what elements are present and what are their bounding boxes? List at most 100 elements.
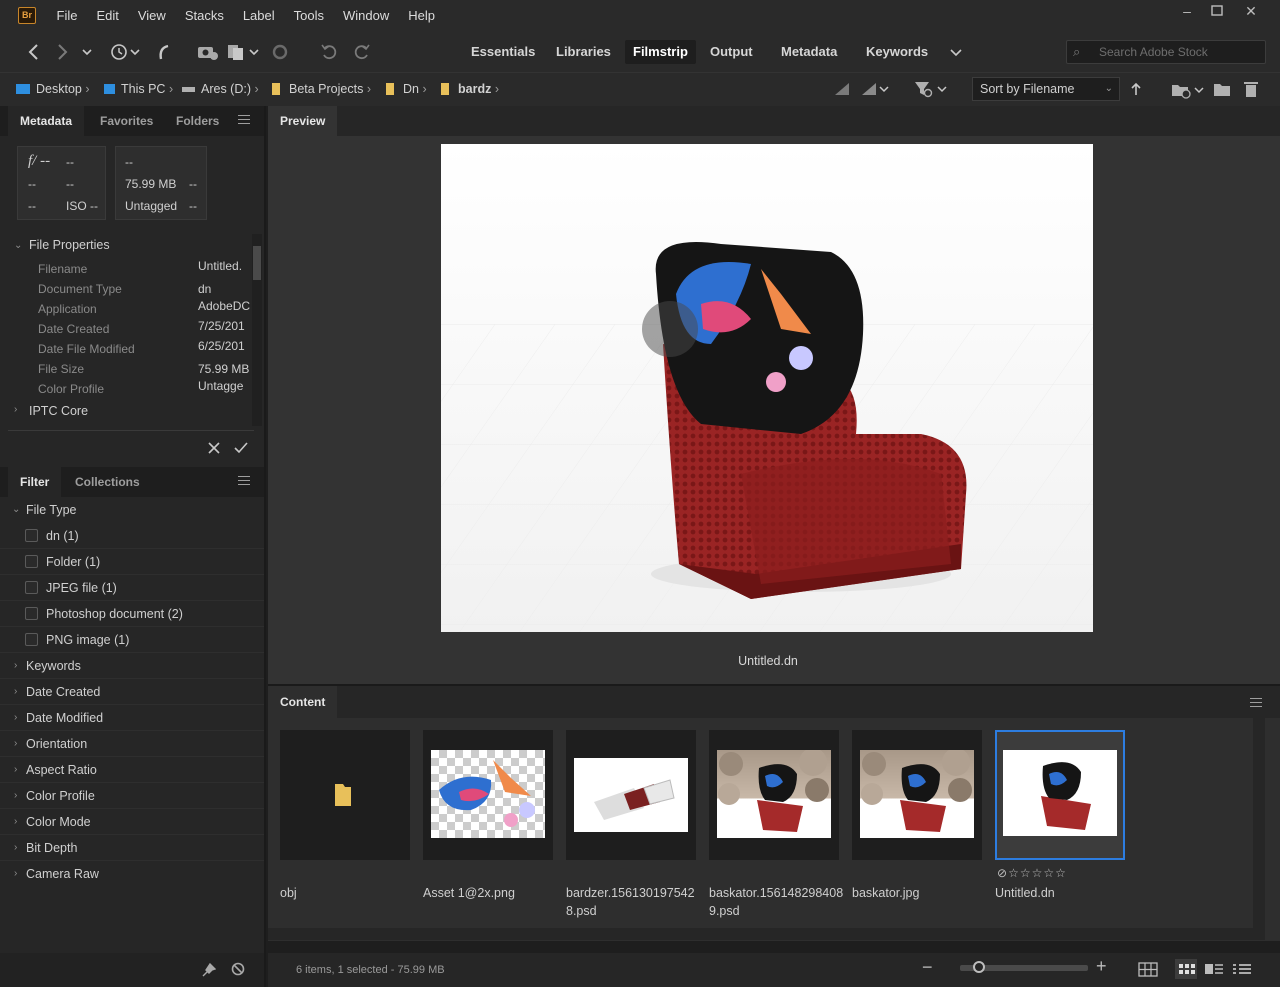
camera-import-icon[interactable]: [197, 42, 219, 62]
crumb-bardz[interactable]: bardz ›: [441, 73, 499, 105]
thumbnail-untitled-selected[interactable]: [995, 730, 1125, 860]
menu-window[interactable]: Window: [334, 0, 399, 32]
star-rating[interactable]: ⊘☆☆☆☆☆: [997, 866, 1067, 880]
close-icon[interactable]: ✕: [1234, 0, 1268, 22]
refine-icon[interactable]: [226, 42, 262, 62]
view-thumbnails-icon[interactable]: [1175, 959, 1197, 979]
thumbnail-label[interactable]: Untitled.dn: [995, 884, 1131, 902]
thumbnail-label[interactable]: obj: [280, 884, 416, 902]
thumbnail-bardzer[interactable]: [566, 730, 696, 860]
cancel-x-icon[interactable]: [207, 441, 221, 455]
filter-category-date-created[interactable]: › Date Created: [0, 679, 264, 705]
menu-file[interactable]: File: [47, 0, 87, 32]
thumbnail-folder[interactable]: [280, 730, 410, 860]
thumbnail-label[interactable]: bardzer.1561301975428.psd: [566, 884, 702, 920]
quality-thumbnail-icon[interactable]: [833, 81, 851, 97]
tab-preview[interactable]: Preview: [268, 106, 338, 136]
menu-edit[interactable]: Edit: [87, 0, 128, 32]
filter-item-photoshop[interactable]: Photoshop document (2): [0, 601, 264, 627]
boomerang-icon[interactable]: [156, 42, 172, 62]
tab-metadata[interactable]: Metadata: [8, 106, 85, 136]
checkbox[interactable]: [25, 581, 38, 594]
bridge-app-icon[interactable]: Br: [18, 7, 36, 24]
checkbox[interactable]: [25, 607, 38, 620]
new-folder-icon[interactable]: [1213, 81, 1231, 97]
creative-cloud-icon[interactable]: [271, 42, 289, 62]
adobe-stock-search[interactable]: ⌕ Search Adobe Stock: [1066, 40, 1266, 64]
filter-item-folder[interactable]: Folder (1): [0, 549, 264, 575]
generate-previews-icon[interactable]: [860, 81, 890, 97]
workspace-metadata[interactable]: Metadata: [773, 40, 845, 64]
maximize-icon[interactable]: [1200, 0, 1234, 22]
panel-menu-icon[interactable]: [238, 115, 250, 127]
thumbnail-label[interactable]: baskator.jpg: [852, 884, 988, 902]
zoom-out-icon[interactable]: −: [922, 957, 933, 978]
crumb-desktop[interactable]: Desktop ›: [16, 73, 90, 105]
rotate-left-icon[interactable]: [320, 42, 340, 62]
thumbnail-label[interactable]: Asset 1@2x.png: [423, 884, 559, 902]
workspace-filmstrip[interactable]: Filmstrip: [625, 40, 696, 64]
filter-category-camera-raw[interactable]: › Camera Raw: [0, 861, 264, 887]
zoom-slider-knob[interactable]: [973, 961, 986, 973]
filter-category-color-mode[interactable]: › Color Mode: [0, 809, 264, 835]
tab-favorites[interactable]: Favorites: [88, 106, 165, 136]
workspace-keywords[interactable]: Keywords: [858, 40, 936, 64]
menu-label[interactable]: Label: [233, 0, 284, 32]
filter-item-jpeg[interactable]: JPEG file (1): [0, 575, 264, 601]
tab-folders[interactable]: Folders: [164, 106, 231, 136]
checkbox[interactable]: [25, 555, 38, 568]
minimize-icon[interactable]: –: [1170, 0, 1204, 22]
menu-tools[interactable]: Tools: [284, 0, 333, 32]
menu-view[interactable]: View: [128, 0, 175, 32]
rotate-right-icon[interactable]: [351, 42, 371, 62]
chevron-down-icon[interactable]: [81, 42, 93, 62]
rating-stars-icon[interactable]: ☆☆☆☆☆: [1008, 866, 1067, 880]
filter-category-date-modified[interactable]: › Date Modified: [0, 705, 264, 731]
lock-grid-icon[interactable]: [1138, 962, 1158, 978]
filter-category-color-profile[interactable]: › Color Profile: [0, 783, 264, 809]
chevron-down-icon[interactable]: ⌄: [12, 504, 20, 515]
workspace-essentials[interactable]: Essentials: [463, 40, 543, 64]
filter-category-bit-depth[interactable]: › Bit Depth: [0, 835, 264, 861]
thumbnail-baskator-jpg[interactable]: [852, 730, 982, 860]
filter-category-orientation[interactable]: › Orientation: [0, 731, 264, 757]
filter-category-keywords[interactable]: › Keywords: [0, 653, 264, 679]
chevron-down-icon[interactable]: ⌄: [14, 240, 22, 251]
filter-items-icon[interactable]: [914, 80, 948, 98]
tab-filter[interactable]: Filter: [8, 467, 62, 497]
filter-item-dn[interactable]: dn (1): [0, 523, 264, 549]
content-h-scrollbar[interactable]: [268, 928, 1253, 940]
thumbnail-baskator-psd[interactable]: [709, 730, 839, 860]
thumbnail-label[interactable]: baskator.1561482984089.psd: [709, 884, 845, 920]
workspace-more-chevron-icon[interactable]: [949, 42, 963, 62]
metadata-scrollbar[interactable]: [252, 234, 262, 426]
iptc-core-header[interactable]: IPTC Core: [29, 404, 88, 418]
panel-menu-icon[interactable]: [238, 476, 250, 488]
scroll-thumb[interactable]: [253, 246, 261, 280]
thumbnail-asset[interactable]: [423, 730, 553, 860]
view-list-icon[interactable]: [1232, 962, 1252, 976]
preview-image[interactable]: [441, 144, 1093, 632]
delete-trash-icon[interactable]: [1243, 80, 1259, 98]
open-recent-folder-icon[interactable]: [1171, 81, 1205, 99]
sort-ascending-icon[interactable]: [1130, 82, 1142, 96]
panel-menu-icon[interactable]: [1250, 698, 1262, 710]
filter-item-png[interactable]: PNG image (1): [0, 627, 264, 653]
menu-stacks[interactable]: Stacks: [175, 0, 233, 32]
crumb-this-pc[interactable]: This PC ›: [104, 73, 173, 105]
checkbox[interactable]: [25, 529, 38, 542]
reject-icon[interactable]: ⊘: [997, 866, 1008, 880]
apply-check-icon[interactable]: [233, 441, 249, 455]
clear-filter-icon[interactable]: [231, 962, 245, 976]
file-type-header[interactable]: File Type: [26, 503, 77, 517]
forward-arrow-icon[interactable]: [56, 42, 70, 62]
file-properties-header[interactable]: File Properties: [29, 238, 110, 252]
view-details-icon[interactable]: [1204, 962, 1224, 976]
workspace-libraries[interactable]: Libraries: [548, 40, 619, 64]
tab-content[interactable]: Content: [268, 686, 338, 718]
crumb-drive[interactable]: Ares (D:) ›: [182, 73, 259, 105]
workspace-output[interactable]: Output: [702, 40, 761, 64]
content-v-scrollbar[interactable]: [1253, 718, 1265, 940]
pin-icon[interactable]: [202, 963, 216, 977]
menu-help[interactable]: Help: [399, 0, 445, 32]
